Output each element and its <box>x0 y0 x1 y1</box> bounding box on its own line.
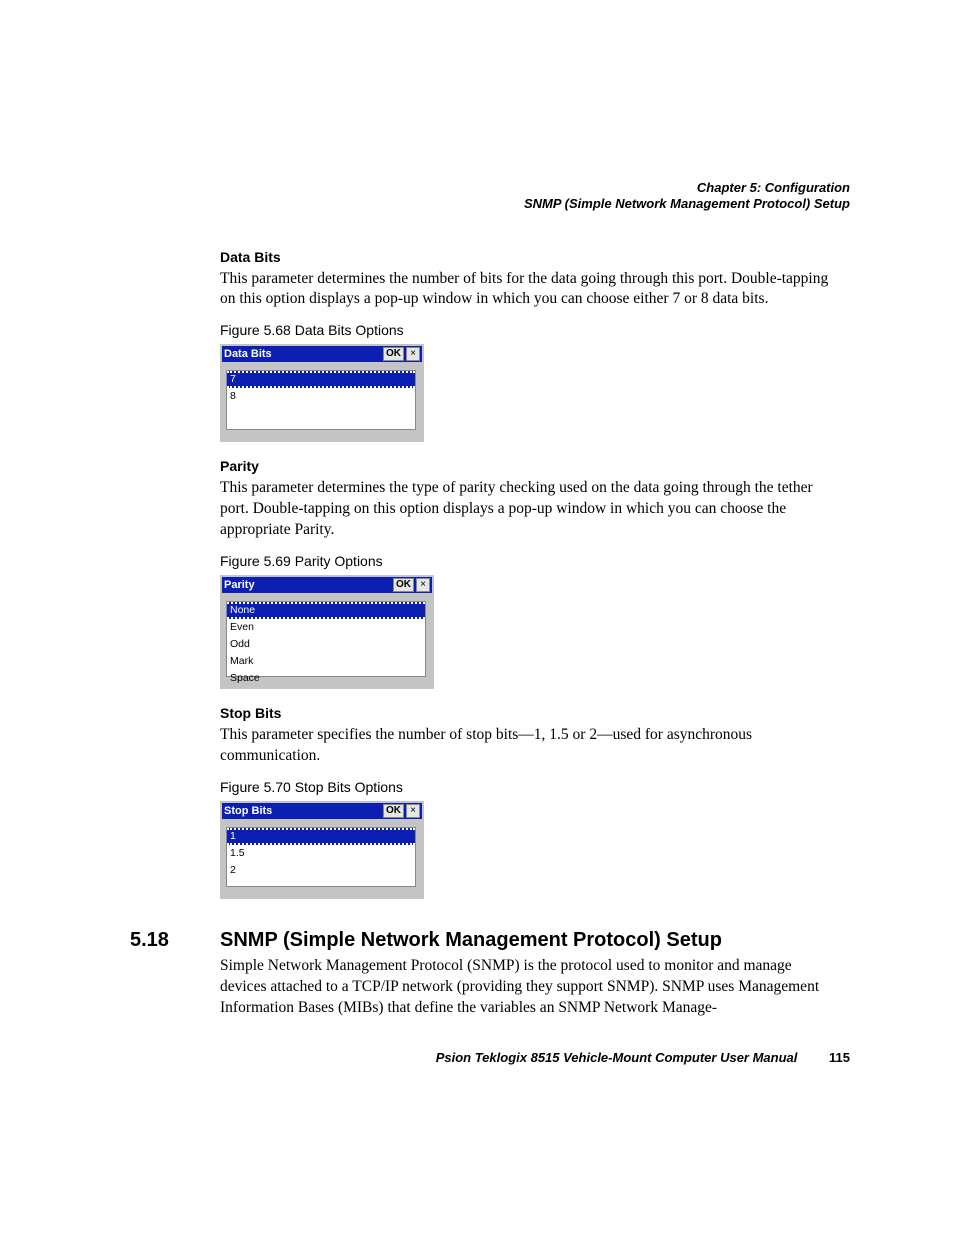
databits-dialog-body: 7 8 <box>222 362 422 440</box>
list-item[interactable]: Space <box>227 670 425 687</box>
ok-button[interactable]: OK <box>393 578 414 592</box>
stopbits-figure-caption: Figure 5.70 Stop Bits Options <box>220 779 840 795</box>
list-item[interactable]: 2 <box>227 862 415 879</box>
close-button[interactable]: × <box>416 578 430 592</box>
section-number: 5.18 <box>130 929 220 952</box>
databits-figure-caption: Figure 5.68 Data Bits Options <box>220 322 840 338</box>
parity-dialog-body: None Even Odd Mark Space <box>222 593 432 687</box>
section-title: SNMP (Simple Network Management Protocol… <box>220 929 722 952</box>
section-heading-row: 5.18 SNMP (Simple Network Management Pro… <box>130 929 850 952</box>
list-item[interactable]: 1.5 <box>227 845 415 862</box>
page-header: Chapter 5: Configuration SNMP (Simple Ne… <box>130 180 850 213</box>
header-chapter: Chapter 5: Configuration <box>130 180 850 196</box>
close-button[interactable]: × <box>406 347 420 361</box>
stopbits-heading: Stop Bits <box>220 705 840 721</box>
list-item[interactable]: Even <box>227 619 425 636</box>
footer-text: Psion Teklogix 8515 Vehicle-Mount Comput… <box>436 1050 798 1065</box>
close-button[interactable]: × <box>406 804 420 818</box>
databits-dialog-titlebar: Data Bits OK × <box>222 346 422 362</box>
databits-paragraph: This parameter determines the number of … <box>220 269 840 311</box>
parity-listbox[interactable]: None Even Odd Mark Space <box>226 601 426 677</box>
parity-dialog-title: Parity <box>224 579 391 591</box>
list-item[interactable]: Odd <box>227 636 425 653</box>
list-item[interactable]: 1 <box>227 828 415 845</box>
page-footer: Psion Teklogix 8515 Vehicle-Mount Comput… <box>130 1050 850 1065</box>
stopbits-dialog-titlebar: Stop Bits OK × <box>222 803 422 819</box>
list-item[interactable]: None <box>227 602 425 619</box>
stopbits-dialog-title: Stop Bits <box>224 805 381 817</box>
databits-dialog: Data Bits OK × 7 8 <box>220 344 424 442</box>
parity-dialog: Parity OK × None Even Odd Mark Space <box>220 575 434 689</box>
parity-heading: Parity <box>220 458 840 474</box>
section-paragraph: Simple Network Management Protocol (SNMP… <box>220 956 840 1019</box>
stopbits-dialog: Stop Bits OK × 1 1.5 2 <box>220 801 424 899</box>
stopbits-listbox[interactable]: 1 1.5 2 <box>226 827 416 887</box>
stopbits-paragraph: This parameter specifies the number of s… <box>220 725 840 767</box>
databits-listbox[interactable]: 7 8 <box>226 370 416 430</box>
parity-figure-caption: Figure 5.69 Parity Options <box>220 553 840 569</box>
databits-dialog-title: Data Bits <box>224 348 381 360</box>
ok-button[interactable]: OK <box>383 804 404 818</box>
databits-heading: Data Bits <box>220 249 840 265</box>
stopbits-dialog-body: 1 1.5 2 <box>222 819 422 897</box>
parity-dialog-titlebar: Parity OK × <box>222 577 432 593</box>
header-section: SNMP (Simple Network Management Protocol… <box>130 196 850 212</box>
list-item[interactable]: 8 <box>227 388 415 405</box>
ok-button[interactable]: OK <box>383 347 404 361</box>
list-item[interactable]: 7 <box>227 371 415 388</box>
list-item[interactable]: Mark <box>227 653 425 670</box>
footer-page-number: 115 <box>829 1050 850 1065</box>
parity-paragraph: This parameter determines the type of pa… <box>220 478 840 541</box>
